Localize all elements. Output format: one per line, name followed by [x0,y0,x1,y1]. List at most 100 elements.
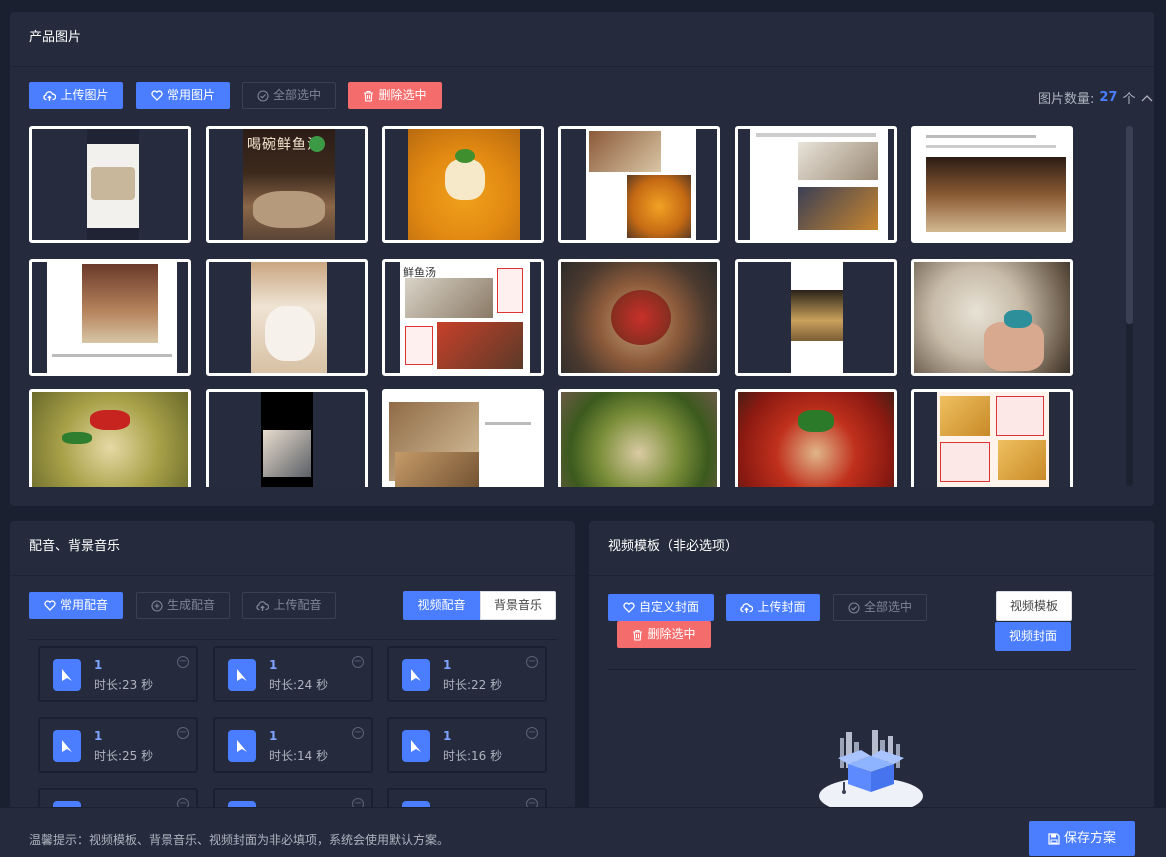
audio-name: 1 [269,729,278,743]
image-thumbnail[interactable]: 鲜鱼汤 [382,259,544,376]
duration-label: 时长: [269,678,298,692]
product-images-title: 产品图片 [10,12,1154,67]
image-thumbnail[interactable]: 喝碗鲜鱼汤 [206,126,368,243]
upload-cloud-icon [740,602,754,614]
thumbnail-row-clip [0,389,1166,487]
select-all-images-label: 全部选中 [272,88,321,102]
upload-images-label: 上传图片 [60,88,109,102]
image-thumbnail[interactable] [735,389,897,487]
heart-icon [151,90,163,101]
image-thumbnail[interactable] [911,259,1073,376]
chevron-up-icon[interactable] [1141,94,1153,102]
save-plan-button[interactable]: 保存方案 [1029,821,1135,856]
image-thumbnail[interactable] [735,259,897,376]
plus-circle-icon [151,599,163,612]
footer-bar: 温馨提示：视频模板、背景音乐、视频封面为非必填项，系统会使用默认方案。 保存方案 [0,807,1166,857]
duration-value: 25 秒 [122,749,154,763]
select-all-images-button[interactable]: 全部选中 [242,82,336,109]
upload-cover-label: 上传封面 [757,600,806,614]
minus-circle-icon[interactable]: − [526,656,538,668]
empty-box-illustration [816,728,926,814]
common-voice-button[interactable]: 常用配音 [29,592,123,619]
heart-icon [623,602,635,613]
tab-video-cover[interactable]: 视频封面 [995,622,1071,651]
audio-name: 1 [94,729,103,743]
generate-voice-label: 生成配音 [166,598,215,612]
delete-selected-images-button[interactable]: 删除选中 [348,82,442,109]
custom-cover-button[interactable]: 自定义封面 [608,594,714,621]
delete-selected-images-label: 删除选中 [378,88,427,102]
check-circle-icon [848,601,860,614]
footer-hint: 温馨提示：视频模板、背景音乐、视频封面为非必填项，系统会使用默认方案。 [29,833,450,847]
audio-name: 1 [443,729,452,743]
audio-duration: 时长:16 秒 [443,747,502,764]
audio-file-icon [228,730,256,762]
image-thumbnail[interactable] [29,126,191,243]
image-thumbnail[interactable] [558,126,720,243]
upload-voice-button[interactable]: 上传配音 [242,592,336,619]
tab-video-cover-label: 视频封面 [1008,629,1057,643]
image-thumbnail[interactable] [206,259,368,376]
audio-file-icon [53,659,81,691]
minus-circle-icon[interactable]: − [352,656,364,668]
audio-item[interactable]: 1 时长:14 秒 − [213,717,373,773]
minus-circle-icon[interactable]: − [177,727,189,739]
upload-cloud-icon [43,90,57,102]
audio-item[interactable]: 1 时长:23 秒 − [38,646,198,702]
audio-item[interactable]: 1 时长:24 秒 − [213,646,373,702]
select-all-templates-label: 全部选中 [863,600,912,614]
duration-label: 时长: [443,678,472,692]
audio-item[interactable]: 1 时长:25 秒 − [38,717,198,773]
duration-value: 24 秒 [297,678,329,692]
image-thumbnail[interactable] [382,389,544,487]
audio-file-icon [402,730,430,762]
images-scrollbar-thumb[interactable] [1126,126,1133,324]
audio-item[interactable]: 1 时长:22 秒 − [387,646,547,702]
select-all-templates-button[interactable]: 全部选中 [833,594,927,621]
tab-bg-music-label: 背景音乐 [493,598,542,612]
minus-circle-icon[interactable]: − [177,656,189,668]
audio-title: 配音、背景音乐 [10,521,575,576]
audio-name: 1 [94,658,103,672]
save-icon [1048,832,1060,845]
image-count-label: 图片数量: [1038,92,1095,107]
upload-voice-label: 上传配音 [273,598,322,612]
image-thumbnail[interactable] [29,389,191,487]
minus-circle-icon[interactable]: − [352,727,364,739]
check-circle-icon [257,89,269,102]
common-images-button[interactable]: 常用图片 [136,82,230,109]
duration-value: 23 秒 [122,678,154,692]
upload-cover-button[interactable]: 上传封面 [726,594,820,621]
audio-item[interactable]: 1 时长:16 秒 − [387,717,547,773]
common-images-label: 常用图片 [166,88,215,102]
image-thumbnail[interactable] [29,259,191,376]
image-thumbnail[interactable] [911,389,1073,487]
audio-duration: 时长:25 秒 [94,747,153,764]
minus-circle-icon[interactable]: − [526,727,538,739]
tab-video-voice-label: 视频配音 [417,598,466,612]
generate-voice-button[interactable]: 生成配音 [136,592,230,619]
image-thumbnail[interactable] [911,126,1073,243]
tab-video-voice[interactable]: 视频配音 [403,591,480,620]
tab-bg-music[interactable]: 背景音乐 [480,591,556,620]
image-thumbnail[interactable] [206,389,368,487]
delete-selected-templates-button[interactable]: 删除选中 [617,621,711,648]
image-count-unit: 个 [1122,92,1136,107]
delete-selected-templates-label: 删除选中 [647,627,696,641]
image-thumbnail[interactable] [735,126,897,243]
upload-images-button[interactable]: 上传图片 [29,82,123,109]
image-count: 图片数量: 27 个 [1038,88,1153,107]
audio-duration: 时长:23 秒 [94,676,153,693]
duration-label: 时长: [94,749,123,763]
audio-name: 1 [269,658,278,672]
common-voice-label: 常用配音 [59,598,108,612]
duration-label: 时长: [443,749,472,763]
audio-duration: 时长:14 秒 [269,747,328,764]
template-title: 视频模板（非必选项） [589,521,1154,576]
image-thumbnail[interactable] [382,126,544,243]
image-thumbnail[interactable] [558,259,720,376]
custom-cover-label: 自定义封面 [638,600,699,614]
tab-video-template[interactable]: 视频模板 [996,591,1072,621]
duration-label: 时长: [94,678,123,692]
image-thumbnail[interactable] [558,389,720,487]
